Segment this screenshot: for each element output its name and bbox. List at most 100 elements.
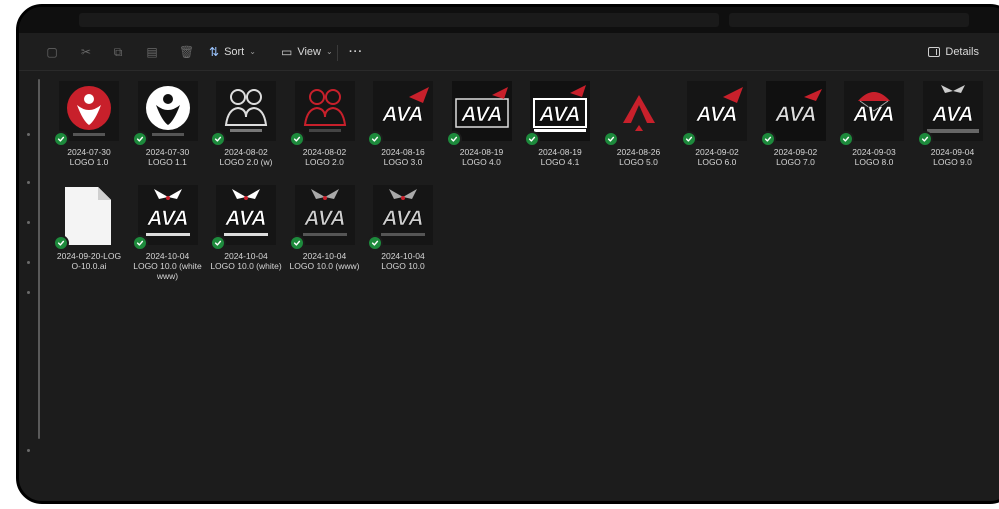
file-item[interactable]: 2024-08-02 LOGO 2.0: [288, 77, 361, 175]
sync-status-icon: [53, 235, 69, 251]
details-button[interactable]: Details: [928, 43, 979, 61]
file-name: 2024-10-04 LOGO 10.0 (white): [204, 251, 288, 271]
file-name: 2024-07-30 LOGO 1.0: [47, 147, 131, 167]
file-name: 2024-08-19 LOGO 4.0: [440, 147, 524, 167]
file-date: 2024-10-04: [224, 251, 268, 261]
file-name: 2024-07-30 LOGO 1.1: [126, 147, 210, 167]
cut-icon[interactable]: ✂: [79, 45, 93, 59]
file-title: LOGO 2.0: [305, 157, 344, 167]
file-explorer-window: ▢ ✂ ⧉ ▤ 🗑 ⇅ Sort ⌄ ▭ View ⌄ ··· Details …: [16, 4, 999, 504]
file-date: 2024-09-03: [852, 147, 896, 157]
image-thumbnail: AVA: [216, 185, 276, 245]
file-date: 2024-09-20-LOG: [56, 251, 122, 261]
navigation-pane: [19, 71, 41, 501]
new-icon[interactable]: ▢: [45, 45, 59, 59]
sync-status-icon: [602, 131, 619, 147]
file-item[interactable]: AVA 2024-08-16 LOGO 3.0: [367, 77, 439, 175]
file-item[interactable]: 2024-09-20-LOG O-10.0.ai: [53, 181, 125, 279]
sync-status-icon: [367, 131, 383, 147]
view-button[interactable]: ▭ View ⌄: [281, 43, 333, 61]
nav-marker: [27, 291, 30, 294]
file-title: LOGO 3.0: [383, 157, 423, 167]
svg-text:AVA: AVA: [695, 103, 737, 126]
sort-label: Sort: [224, 46, 245, 58]
file-name: 2024-08-26 LOGO 5.0: [597, 147, 681, 167]
image-thumbnail: AVA: [922, 81, 983, 141]
file-title: LOGO 10.0 (white): [210, 261, 282, 271]
svg-text:AVA: AVA: [852, 103, 894, 126]
sync-status-icon: [288, 235, 305, 251]
file-date: 2024-09-02: [695, 147, 739, 157]
nav-marker: [27, 181, 30, 184]
file-date: 2024-08-02: [224, 147, 268, 157]
file-item[interactable]: AVA 2024-09-02 LOGO 6.0: [681, 77, 753, 175]
file-date: 2024-08-19: [459, 147, 504, 157]
file-title: LOGO 4.0: [462, 157, 501, 167]
image-thumbnail: AVA: [373, 81, 433, 141]
file-item[interactable]: AVA 2024-10-04 LOGO 10.0: [367, 181, 439, 279]
file-grid: 2024-07-30 LOGO 1.0 2024-07-30 LOGO 1.1 2024…: [43, 71, 999, 501]
sync-status-icon: [681, 131, 697, 147]
file-date: 2024-07-30: [67, 147, 111, 157]
sort-button[interactable]: ⇅ Sort ⌄: [209, 43, 256, 61]
file-item[interactable]: AVA 2024-09-04 LOGO 9.0: [916, 77, 989, 175]
file-name: 2024-09-04 LOGO 9.0: [911, 147, 995, 167]
sync-status-icon: [53, 131, 69, 147]
image-thumbnail: AVA: [530, 81, 590, 141]
page-fold: [98, 187, 111, 200]
file-title: O-10.0.ai: [71, 261, 107, 271]
sync-status-icon: [759, 131, 776, 147]
file-item[interactable]: AVA 2024-10-04 LOGO 10.0 (www): [288, 181, 361, 279]
details-pane-icon: [928, 47, 941, 57]
chevron-down-icon: ⌄: [326, 47, 333, 56]
file-date: 2024-07-30: [145, 147, 190, 157]
file-item[interactable]: AVA 2024-10-04 LOGO 10.0 (white): [210, 181, 282, 279]
file-title: LOGO 7.0: [776, 157, 815, 167]
image-thumbnail: AVA: [687, 81, 747, 141]
svg-text:AVA: AVA: [931, 103, 973, 126]
file-item[interactable]: AVA 2024-09-03 LOGO 8.0: [838, 77, 910, 175]
file-name: 2024-09-02 LOGO 7.0: [754, 147, 838, 167]
file-item[interactable]: 2024-08-02 LOGO 2.0 (w): [210, 77, 282, 175]
file-title: LOGO 2.0 (w): [219, 157, 273, 167]
file-item[interactable]: 2024-08-26 LOGO 5.0: [602, 77, 675, 175]
sync-status-icon: [367, 235, 383, 251]
file-name: 2024-10-04 LOGO 10.0 (www): [283, 251, 367, 271]
file-title: LOGO 10.0: [381, 261, 425, 271]
file-date: 2024-08-16: [381, 147, 425, 157]
delete-icon[interactable]: 🗑: [179, 45, 194, 59]
file-name: 2024-08-02 LOGO 2.0 (w): [204, 147, 288, 167]
image-thumbnail: AVA: [137, 185, 198, 245]
file-name: 2024-09-03 LOGO 8.0: [832, 147, 916, 167]
image-thumbnail: [137, 81, 198, 141]
nav-marker: [27, 449, 30, 452]
image-thumbnail: AVA: [373, 185, 433, 245]
title-strip: [19, 7, 999, 33]
svg-text:AVA: AVA: [303, 207, 345, 230]
file-title: LOGO 8.0: [854, 157, 894, 167]
file-title: LOGO 5.0: [619, 157, 658, 167]
more-options-button[interactable]: ···: [349, 43, 363, 61]
search-box[interactable]: [729, 13, 969, 27]
pane-scrollbar[interactable]: [38, 79, 40, 439]
image-thumbnail: [608, 81, 669, 141]
paste-icon[interactable]: ▤: [145, 45, 159, 59]
file-date: 2024-10-04: [302, 251, 347, 261]
image-thumbnail: AVA: [294, 185, 355, 245]
file-item[interactable]: 2024-07-30 LOGO 1.1: [131, 77, 204, 175]
svg-text:AVA: AVA: [146, 207, 188, 230]
file-item[interactable]: AVA 2024-08-19 LOGO 4.1: [524, 77, 596, 175]
file-item[interactable]: AVA 2024-10-04 LOGO 10.0 (white www): [131, 181, 204, 281]
file-name: 2024-10-04 LOGO 10.0 (white www): [126, 251, 210, 281]
sync-status-icon: [524, 131, 540, 147]
file-item[interactable]: 2024-07-30 LOGO 1.0: [53, 77, 125, 175]
copy-icon[interactable]: ⧉: [111, 45, 125, 59]
sync-status-icon: [916, 131, 933, 147]
image-thumbnail: AVA: [765, 81, 826, 141]
file-date: 2024-09-04: [930, 147, 975, 157]
sync-status-icon: [210, 131, 226, 147]
file-item[interactable]: AVA 2024-09-02 LOGO 7.0: [759, 77, 832, 175]
file-item[interactable]: AVA 2024-08-19 LOGO 4.0: [445, 77, 518, 175]
file-name: 2024-09-02 LOGO 6.0: [675, 147, 759, 167]
address-bar[interactable]: [79, 13, 719, 27]
